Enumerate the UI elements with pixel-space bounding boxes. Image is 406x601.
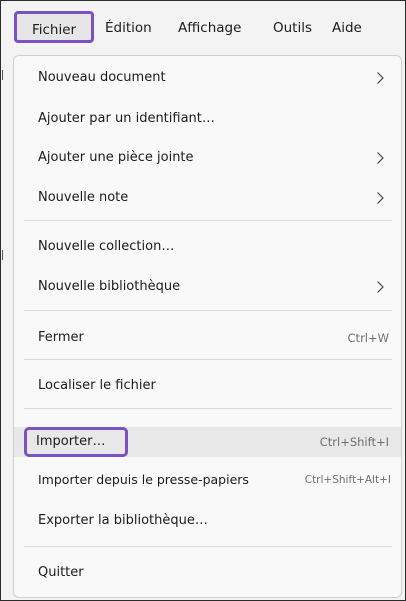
chevron-right-icon: [377, 281, 384, 293]
menu-separator: [24, 220, 392, 221]
menu-item-label: Importer depuis le presse-papiers: [38, 472, 249, 487]
menu-item-label: Exporter la bibliothèque…: [38, 513, 208, 528]
menu-aide[interactable]: Aide: [332, 11, 362, 45]
menu-item-label: Nouvelle collection…: [38, 239, 175, 254]
fichier-dropdown-menu: Nouveau document Ajouter par un identifi…: [13, 55, 402, 598]
menubar: Fichier Édition Affichage Outils Aide: [1, 1, 405, 53]
menu-item-label: Nouveau document: [38, 70, 166, 85]
menu-item-ajouter-piece-jointe[interactable]: Ajouter une pièce jointe: [14, 141, 401, 175]
menu-outils[interactable]: Outils: [273, 11, 312, 45]
menu-item-label: Importer…: [36, 434, 106, 449]
menu-item-importer[interactable]: Importer… Ctrl+Shift+I: [14, 427, 401, 457]
menu-item-shortcut: Ctrl+W: [347, 331, 389, 345]
menu-item-nouveau-document[interactable]: Nouveau document: [14, 61, 401, 95]
menu-edition[interactable]: Édition: [105, 11, 152, 45]
menu-item-label: Nouvelle bibliothèque: [38, 279, 181, 294]
menu-item-shortcut: Ctrl+Shift+Alt+I: [304, 474, 391, 486]
chevron-right-icon: [377, 192, 384, 204]
menu-item-quitter[interactable]: Quitter: [14, 556, 401, 590]
menu-item-fermer[interactable]: Fermer Ctrl+W: [14, 321, 401, 355]
menu-item-nouvelle-collection[interactable]: Nouvelle collection…: [14, 230, 401, 264]
menu-separator: [24, 408, 392, 409]
menu-fichier[interactable]: Fichier: [14, 11, 94, 43]
menu-separator: [24, 546, 392, 547]
menu-item-nouvelle-note[interactable]: Nouvelle note: [14, 181, 401, 215]
menu-item-nouvelle-bibliotheque[interactable]: Nouvelle bibliothèque: [14, 270, 401, 304]
menu-item-localiser-fichier[interactable]: Localiser le fichier: [14, 369, 401, 403]
menu-item-label: Ajouter une pièce jointe: [38, 150, 194, 165]
menu-item-ajouter-identifiant[interactable]: Ajouter par un identifiant…: [14, 102, 401, 136]
menu-affichage[interactable]: Affichage: [178, 11, 241, 45]
menu-item-label: Fermer: [38, 330, 84, 345]
menu-item-exporter-bibliotheque[interactable]: Exporter la bibliothèque…: [14, 504, 401, 538]
background-window-edge: [2, 70, 3, 80]
menu-item-label: Quitter: [38, 565, 84, 580]
menu-item-label: Ajouter par un identifiant…: [38, 111, 215, 126]
menu-item-shortcut: Ctrl+Shift+I: [319, 435, 389, 449]
menu-separator: [24, 359, 392, 360]
chevron-right-icon: [377, 152, 384, 164]
menu-item-label: Localiser le fichier: [38, 378, 156, 393]
menu-separator: [24, 310, 392, 311]
menu-item-label: Nouvelle note: [38, 190, 129, 205]
menu-item-importer-presse-papiers[interactable]: Importer depuis le presse-papiers Ctrl+S…: [14, 463, 401, 497]
background-window-edge: [2, 250, 3, 260]
chevron-right-icon: [377, 72, 384, 84]
